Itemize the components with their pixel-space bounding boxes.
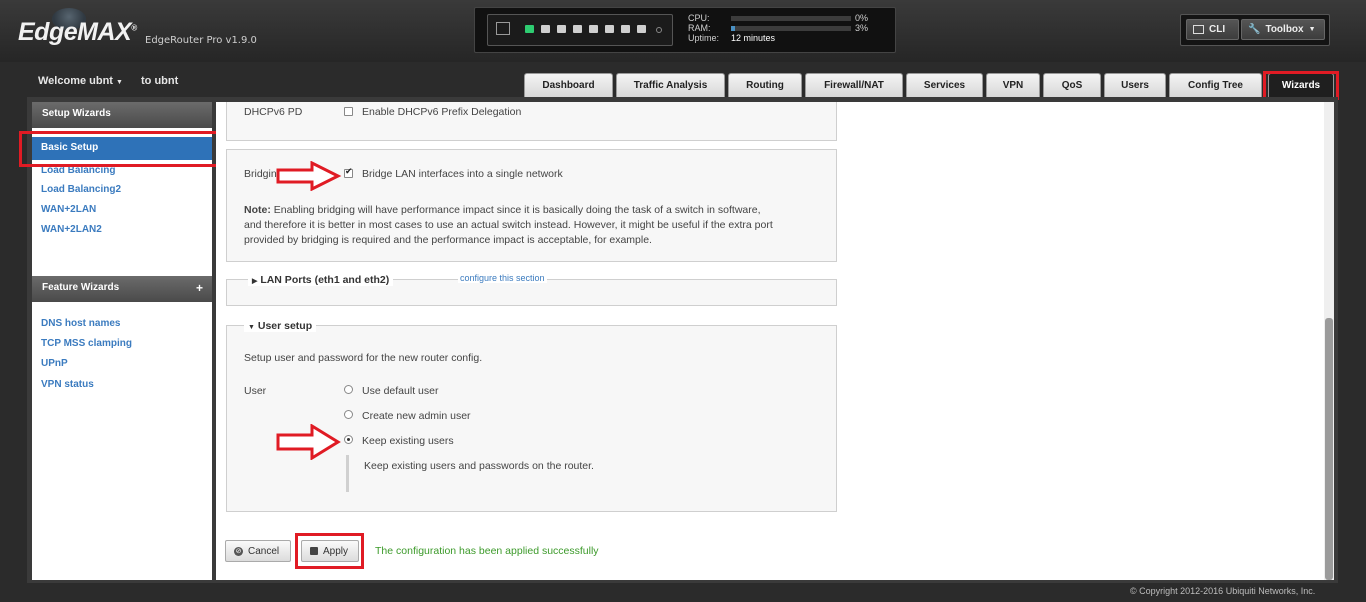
- console-port-icon: [496, 22, 510, 35]
- cpu-value: 0%: [855, 13, 869, 23]
- copyright-text: © Copyright 2012-2016 Ubiquiti Networks,…: [1130, 586, 1316, 596]
- dhcpv6-label: DHCPv6 PD: [244, 106, 303, 118]
- note-label: Note:: [244, 204, 271, 216]
- sidebar-item-dns-host-names[interactable]: DNS host names: [41, 318, 120, 329]
- tab-services[interactable]: Services: [906, 73, 983, 97]
- wizard-content: DHCPv6 PD Enable DHCPv6 Prefix Delegatio…: [216, 102, 1324, 580]
- port-icon: [605, 25, 614, 33]
- tab-traffic-analysis[interactable]: Traffic Analysis: [616, 73, 725, 97]
- user-setup-title: User setup: [257, 320, 313, 332]
- port-icon: [637, 25, 646, 33]
- sidebar: Setup Wizards Load Balancing Load Balanc…: [32, 102, 212, 580]
- note-line: provided by bridging is required and the…: [244, 234, 652, 246]
- ram-bar: [731, 26, 851, 31]
- cpu-bar: [731, 16, 851, 21]
- chevron-down-icon: ▼: [1308, 26, 1316, 33]
- tab-firewall-nat[interactable]: Firewall/NAT: [805, 73, 903, 97]
- port-status-graphic: [487, 14, 673, 46]
- feature-wizards-header: Feature Wizards +: [32, 276, 212, 302]
- port-icon: [541, 25, 550, 33]
- port-icon: [621, 25, 630, 33]
- dhcpv6-panel: [226, 102, 837, 141]
- scrollbar-thumb[interactable]: [1325, 318, 1333, 580]
- toolbox-label: Toolbox: [1265, 24, 1304, 35]
- sidebar-item-upnp[interactable]: UPnP: [41, 358, 68, 369]
- uptime-value: 12 minutes: [731, 33, 776, 43]
- description-divider: [346, 455, 349, 492]
- ram-label: RAM:: [688, 23, 711, 33]
- sfp-port-icon: [656, 27, 662, 33]
- lan-ports-header[interactable]: ▶ LAN Ports (eth1 and eth2): [248, 274, 394, 286]
- router-model: EdgeRouter Pro v1.9.0: [145, 35, 257, 46]
- tab-users[interactable]: Users: [1104, 73, 1166, 97]
- bridging-option-label: Bridge LAN interfaces into a single netw…: [362, 168, 563, 180]
- tab-vpn[interactable]: VPN: [986, 73, 1040, 97]
- wrench-icon: 🔧: [1248, 24, 1261, 35]
- setup-wizards-header: Setup Wizards: [32, 102, 212, 128]
- annotation-arrow-icon: [276, 161, 342, 191]
- dhcpv6-checkbox[interactable]: [344, 107, 353, 116]
- bridging-checkbox[interactable]: ✔: [344, 167, 353, 178]
- radio-default-user-label: Use default user: [362, 385, 439, 397]
- chevron-down-icon: ▼: [116, 79, 123, 86]
- sidebar-item-tcp-mss-clamping[interactable]: TCP MSS clamping: [41, 338, 132, 349]
- cli-label: CLI: [1209, 24, 1226, 35]
- sidebar-item-vpn-status[interactable]: VPN status: [41, 379, 94, 390]
- chevron-right-icon: ▶: [252, 278, 258, 285]
- tools-panel: CLI 🔧 Toolbox ▼: [1180, 14, 1330, 46]
- tab-dashboard[interactable]: Dashboard: [524, 73, 613, 97]
- user-setup-header[interactable]: ▼ User setup: [244, 320, 317, 332]
- tab-routing[interactable]: Routing: [728, 73, 802, 97]
- plus-icon[interactable]: +: [196, 281, 203, 295]
- checkmark-icon: ✔: [345, 167, 353, 177]
- keep-existing-description: Keep existing users and passwords on the…: [364, 460, 594, 472]
- dhcpv6-option-label: Enable DHCPv6 Prefix Delegation: [362, 106, 522, 118]
- user-setup-description: Setup user and password for the new rout…: [244, 352, 483, 364]
- sidebar-item-load-balancing2[interactable]: Load Balancing2: [41, 184, 121, 195]
- bridging-note: Note: Enabling bridging will have perfor…: [244, 204, 761, 216]
- logo-mark: ®: [131, 23, 137, 33]
- port-icon: [589, 25, 598, 33]
- ram-bar-fill: [731, 26, 735, 31]
- note-line: and therefore it is better in most cases…: [244, 219, 773, 231]
- sidebar-item-wan-2lan2[interactable]: WAN+2LAN2: [41, 224, 102, 235]
- uptime-label: Uptime:: [688, 33, 720, 43]
- radio-new-admin-label: Create new admin user: [362, 410, 471, 422]
- radio-selected-dot: [347, 438, 350, 441]
- note-line: Enabling bridging will have performance …: [273, 204, 761, 216]
- port-icon: [573, 25, 582, 33]
- logo-text: EdgeMAX: [18, 18, 132, 46]
- success-message: The configuration has been applied succe…: [375, 545, 599, 557]
- toolbox-button[interactable]: 🔧 Toolbox ▼: [1241, 19, 1325, 40]
- welcome-menu[interactable]: Welcome ubnt ▼: [38, 75, 123, 87]
- to-ubnt-label: to ubnt: [141, 75, 179, 87]
- annotation-highlight: [1263, 71, 1339, 100]
- edgemax-logo: EdgeMAX®: [18, 18, 137, 47]
- welcome-text: Welcome ubnt: [38, 75, 113, 87]
- annotation-arrow-icon: [276, 424, 341, 460]
- annotation-highlight: [295, 533, 364, 569]
- ram-value: 3%: [855, 23, 869, 33]
- cpu-label: CPU:: [688, 13, 710, 23]
- cancel-button[interactable]: ⊘ Cancel: [225, 540, 291, 562]
- port-icon: [557, 25, 566, 33]
- feature-wizards-title: Feature Wizards: [42, 282, 120, 293]
- tab-config-tree[interactable]: Config Tree: [1169, 73, 1262, 97]
- radio-default-user[interactable]: [344, 385, 353, 394]
- cancel-label: Cancel: [248, 545, 280, 557]
- cancel-icon: ⊘: [234, 546, 243, 556]
- sidebar-item-wan-2lan[interactable]: WAN+2LAN: [41, 204, 96, 215]
- user-label: User: [244, 385, 267, 397]
- terminal-icon: [1193, 25, 1204, 34]
- radio-new-admin[interactable]: [344, 410, 353, 419]
- radio-keep-existing-label: Keep existing users: [362, 435, 454, 447]
- tab-qos[interactable]: QoS: [1043, 73, 1101, 97]
- port-icon: [525, 25, 534, 33]
- chevron-down-icon: ▼: [248, 324, 255, 331]
- configure-section-link[interactable]: configure this section: [458, 273, 547, 283]
- lan-ports-title: LAN Ports (eth1 and eth2): [260, 274, 390, 286]
- cli-button[interactable]: CLI: [1186, 19, 1239, 40]
- annotation-highlight: [19, 131, 223, 167]
- radio-keep-existing[interactable]: [344, 435, 353, 444]
